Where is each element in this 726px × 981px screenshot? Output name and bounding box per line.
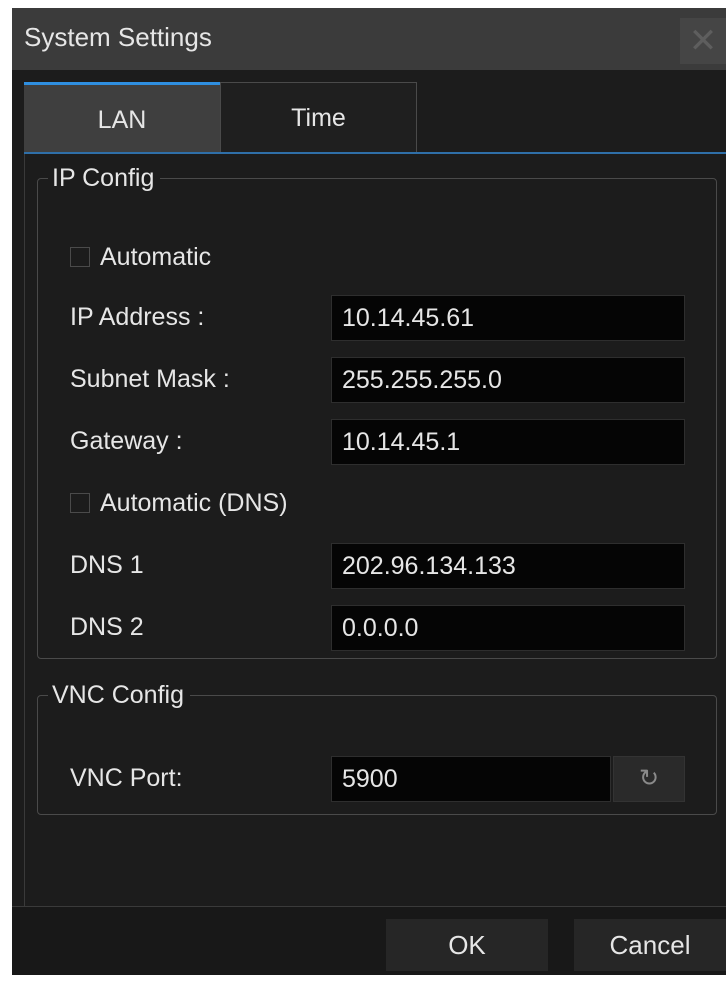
close-button[interactable]: ✕	[680, 18, 726, 64]
dns1-row: DNS 1 202.96.134.133	[58, 543, 698, 589]
vnc-config-legend: VNC Config	[52, 681, 184, 709]
vnc-port-reset-button[interactable]: ↻	[613, 756, 685, 802]
vnc-port-field[interactable]: 5900	[331, 756, 611, 802]
cancel-button[interactable]: Cancel	[574, 919, 726, 971]
dns2-field[interactable]: 0.0.0.0	[331, 605, 685, 651]
ip-address-row: IP Address : 10.14.45.61	[58, 295, 698, 341]
close-icon: ✕	[688, 22, 718, 60]
ip-config-legend: IP Config	[52, 164, 155, 192]
subnet-mask-row: Subnet Mask : 255.255.255.0	[58, 357, 698, 403]
title-bar: System Settings ✕	[12, 8, 726, 70]
automatic-ip-label: Automatic	[100, 243, 212, 271]
automatic-ip-checkbox[interactable]: Automatic	[58, 235, 698, 279]
ok-button[interactable]: OK	[386, 919, 548, 971]
system-settings-dialog: System Settings ✕ LAN Time IP Config Aut…	[12, 8, 726, 975]
subnet-mask-label: Subnet Mask :	[70, 365, 230, 393]
dns1-field[interactable]: 202.96.134.133	[331, 543, 685, 589]
gateway-row: Gateway : 10.14.45.1	[58, 419, 698, 465]
tab-bar: LAN Time	[12, 70, 726, 154]
ip-address-field[interactable]: 10.14.45.61	[331, 295, 685, 341]
vnc-port-row: VNC Port: 5900 ↻	[58, 756, 698, 802]
automatic-dns-label: Automatic (DNS)	[100, 489, 288, 517]
ip-address-label: IP Address :	[70, 303, 205, 331]
vnc-config-group: VNC Config VNC Port: 5900 ↻	[37, 681, 717, 815]
refresh-icon: ↻	[638, 765, 660, 792]
tab-time[interactable]: Time	[220, 82, 417, 152]
vnc-port-label: VNC Port:	[70, 764, 183, 792]
automatic-dns-checkbox[interactable]: Automatic (DNS)	[58, 481, 698, 525]
dns2-row: DNS 2 0.0.0.0	[58, 605, 698, 651]
automatic-dns-box[interactable]	[70, 493, 90, 513]
dialog-footer: OK Cancel	[12, 906, 726, 975]
gateway-label: Gateway :	[70, 427, 183, 455]
automatic-ip-box[interactable]	[70, 247, 90, 267]
subnet-mask-field[interactable]: 255.255.255.0	[331, 357, 685, 403]
dialog-title: System Settings	[24, 22, 212, 52]
dns1-label: DNS 1	[70, 551, 144, 579]
lan-panel: IP Config Automatic IP Address : 10.14.4…	[24, 154, 726, 906]
ip-config-group: IP Config Automatic IP Address : 10.14.4…	[37, 164, 717, 659]
tab-lan[interactable]: LAN	[24, 82, 220, 152]
dns2-label: DNS 2	[70, 613, 144, 641]
gateway-field[interactable]: 10.14.45.1	[331, 419, 685, 465]
